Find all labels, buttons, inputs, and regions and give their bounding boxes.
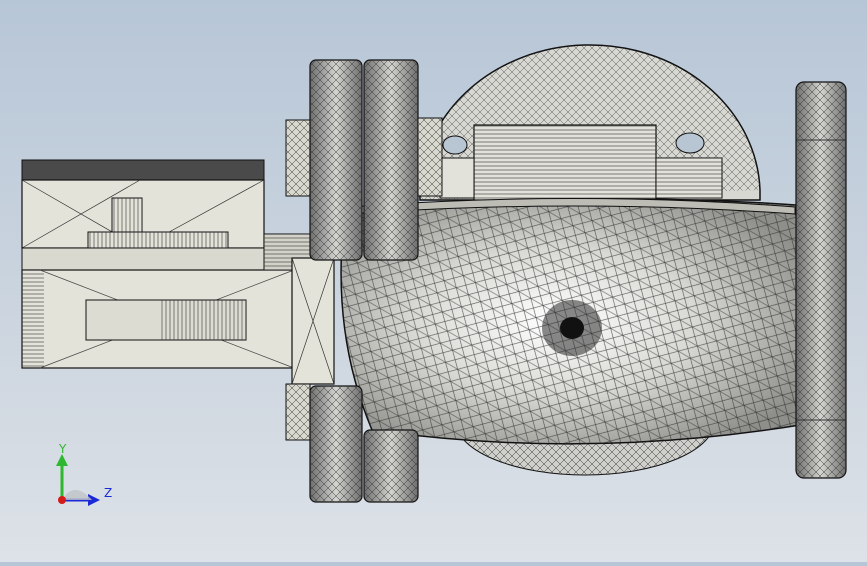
top-mount-block — [439, 124, 723, 201]
motor-gearbox — [21, 159, 313, 369]
z-axis-label: Z — [104, 486, 113, 500]
cad-3d-viewport[interactable]: Y Z — [0, 0, 867, 562]
rear-wheel-right — [795, 81, 847, 479]
y-axis-label: Y — [59, 442, 67, 456]
robot-assembly-model[interactable] — [0, 0, 867, 562]
coordinate-triad: Y Z — [44, 440, 124, 510]
